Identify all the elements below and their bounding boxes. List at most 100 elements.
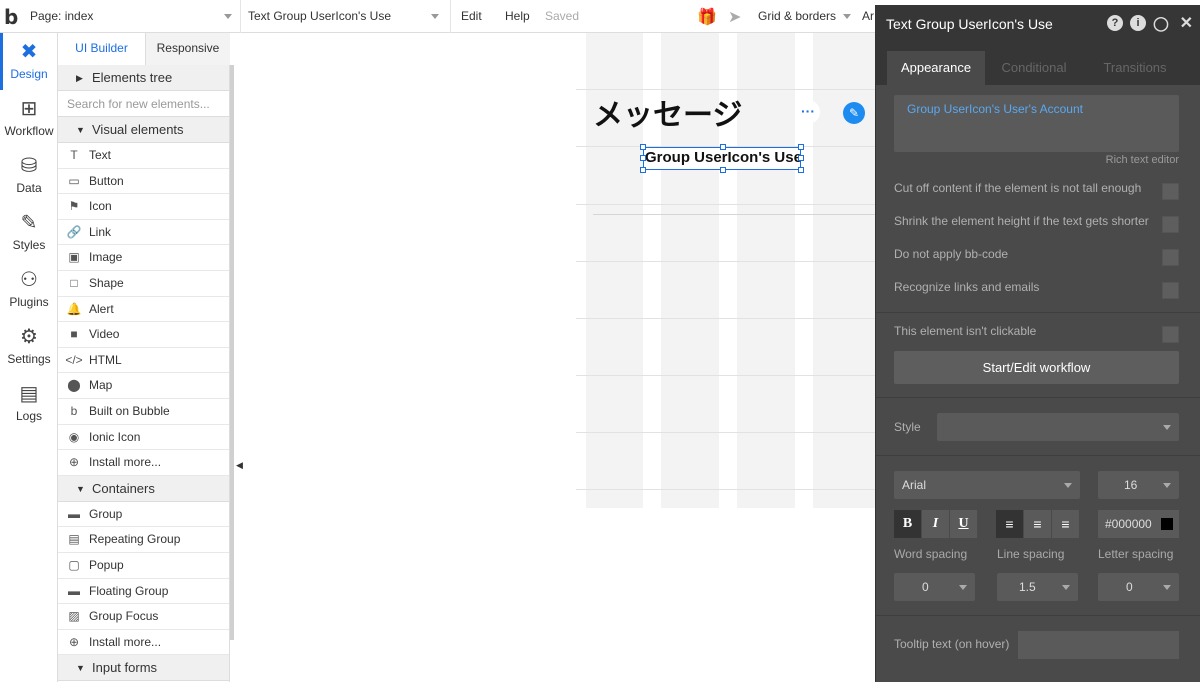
more-options-icon[interactable]: ··· [796, 100, 820, 124]
no-bbcode-checkbox[interactable] [1162, 249, 1179, 266]
tab-responsive[interactable]: Responsive [146, 33, 230, 65]
rich-text-field[interactable]: Group UserIcon's User's Account [894, 95, 1179, 152]
align-center-button[interactable]: ≡ [1024, 510, 1051, 538]
arrange-menu[interactable]: Ar [862, 9, 874, 23]
align-right-button[interactable]: ≡ [1052, 510, 1079, 538]
font-size-dropdown[interactable]: 16 [1098, 471, 1179, 499]
elements-tree-toggle[interactable]: ▶ Elements tree [58, 65, 229, 91]
comment-icon[interactable]: ◯ [1153, 15, 1169, 31]
palette-item-install-more[interactable]: ⊕ Install more... [58, 630, 229, 656]
nav-logs[interactable]: ▤ Logs [0, 375, 58, 432]
edit-menu[interactable]: Edit [461, 9, 482, 23]
nav-workflow[interactable]: ⊞ Workflow [0, 90, 58, 147]
font-color-picker[interactable]: #000000 [1098, 510, 1179, 538]
italic-button[interactable]: I [922, 510, 949, 538]
visual-elements-toggle[interactable]: ▼ Visual elements [58, 117, 229, 143]
palette-item-icon[interactable]: ⚑ Icon [58, 194, 229, 220]
palette-item-link[interactable]: 🔗 Link [58, 220, 229, 246]
help-menu[interactable]: Help [505, 9, 530, 23]
font-color-value: #000000 [1105, 517, 1152, 531]
palette-item-text[interactable]: T Text [58, 143, 229, 169]
element-selector-caret-icon[interactable] [431, 14, 439, 19]
chevron-down-icon [959, 585, 967, 590]
resize-handle[interactable] [720, 144, 726, 150]
palette-item-alert[interactable]: 🔔 Alert [58, 297, 229, 323]
option-label: Recognize links and emails [894, 280, 1040, 294]
info-icon[interactable]: i [1130, 15, 1146, 31]
letter-spacing-dropdown[interactable]: 0 [1098, 573, 1179, 601]
tab-transitions[interactable]: Transitions [1086, 51, 1184, 85]
palette-item-group[interactable]: ▬ Group [58, 502, 229, 528]
palette-item-image[interactable]: ▣ Image [58, 245, 229, 271]
grid-borders-caret-icon[interactable] [843, 14, 851, 19]
palette-item-built-on-bubble[interactable]: b Built on Bubble [58, 399, 229, 425]
resize-handle[interactable] [640, 167, 646, 173]
recognize-links-checkbox[interactable] [1162, 282, 1179, 299]
cursor-icon[interactable]: ➤ [728, 7, 741, 27]
resize-handle[interactable] [798, 167, 804, 173]
palette-item-shape[interactable]: □ Shape [58, 271, 229, 297]
resize-handle[interactable] [798, 155, 804, 161]
palette-item-map[interactable]: ⬤ Map [58, 373, 229, 399]
rich-text-editor-link[interactable]: Rich text editor [1106, 154, 1179, 166]
resize-handle[interactable] [720, 167, 726, 173]
nav-styles[interactable]: ✎ Styles [0, 204, 58, 261]
shrink-height-checkbox[interactable] [1162, 216, 1179, 233]
palette-item-group-focus[interactable]: ▨ Group Focus [58, 604, 229, 630]
start-edit-workflow-button[interactable]: Start/Edit workflow [894, 351, 1179, 384]
tab-appearance[interactable]: Appearance [887, 51, 985, 85]
palette-item-label: Image [89, 250, 123, 265]
saved-status: Saved [545, 9, 580, 23]
palette-item-video[interactable]: ■ Video [58, 322, 229, 348]
help-icon[interactable]: ? [1107, 15, 1123, 31]
palette-item-ionic-icon[interactable]: ◉ Ionic Icon [58, 425, 229, 451]
tooltip-input[interactable] [1018, 631, 1179, 659]
collapse-palette-icon[interactable]: ◀ [236, 460, 243, 471]
palette-item-install-more[interactable]: ⊕ Install more... [58, 450, 229, 476]
bubble-logo[interactable]: b [4, 5, 18, 29]
page-heading-text[interactable]: メッセージ [593, 90, 742, 134]
palette-item-repeating-group[interactable]: ▤ Repeating Group [58, 527, 229, 553]
style-label: Style [894, 420, 921, 434]
page-selector-caret-icon[interactable] [224, 14, 232, 19]
cut-off-checkbox[interactable] [1162, 183, 1179, 200]
gift-icon[interactable]: 🎁 [697, 7, 717, 27]
palette-item-html[interactable]: </> HTML [58, 348, 229, 374]
style-dropdown[interactable] [937, 413, 1179, 441]
word-spacing-dropdown[interactable]: 0 [894, 573, 975, 601]
close-icon[interactable]: ✕ [1180, 13, 1193, 33]
palette-scrollbar[interactable] [230, 65, 234, 640]
search-elements-input[interactable]: Search for new elements... [58, 91, 229, 117]
bold-button[interactable]: B [894, 510, 921, 538]
nav-settings[interactable]: ⚙ Settings [0, 318, 58, 375]
element-palette: UI Builder Responsive ▶ Elements tree Se… [58, 33, 230, 682]
panel-header[interactable]: Text Group UserIcon's Use ? i ◯ ✕ [876, 5, 1200, 43]
underline-button[interactable]: U [950, 510, 977, 538]
resize-handle[interactable] [798, 144, 804, 150]
nav-design[interactable]: ✖ Design [0, 33, 58, 90]
grid-borders-menu[interactable]: Grid & borders [758, 9, 836, 23]
tab-conditional[interactable]: Conditional [988, 51, 1080, 85]
input-forms-toggle[interactable]: ▼ Input forms [58, 655, 229, 682]
tab-ui-builder[interactable]: UI Builder [58, 33, 146, 65]
palette-item-floating-group[interactable]: ▬ Floating Group [58, 579, 229, 605]
edit-badge-icon[interactable]: ✎ [843, 102, 865, 124]
align-left-button[interactable]: ≡ [996, 510, 1023, 538]
containers-toggle[interactable]: ▼ Containers [58, 475, 229, 502]
resize-handle[interactable] [640, 155, 646, 161]
font-family-value: Arial [902, 478, 927, 492]
not-clickable-checkbox[interactable] [1162, 326, 1179, 343]
page-selector[interactable]: Page: index [30, 9, 93, 23]
line-spacing-dropdown[interactable]: 1.5 [997, 573, 1078, 601]
resize-handle[interactable] [640, 144, 646, 150]
nav-data[interactable]: ⛁ Data [0, 147, 58, 204]
palette-item-popup[interactable]: ▢ Popup [58, 553, 229, 579]
palette-item-button[interactable]: ▭ Button [58, 169, 229, 195]
nav-plugins[interactable]: ⚇ Plugins [0, 261, 58, 318]
option-no-bbcode: Do not apply bb-code [894, 247, 1179, 267]
font-family-dropdown[interactable]: Arial [894, 471, 1080, 499]
chevron-down-icon [1163, 425, 1171, 430]
element-selector[interactable]: Text Group UserIcon's Use [248, 9, 391, 23]
dynamic-expression[interactable]: Group UserIcon's User's Account [907, 102, 1083, 116]
selected-text-content[interactable]: Group UserIcon's User's Account's email [645, 149, 801, 166]
